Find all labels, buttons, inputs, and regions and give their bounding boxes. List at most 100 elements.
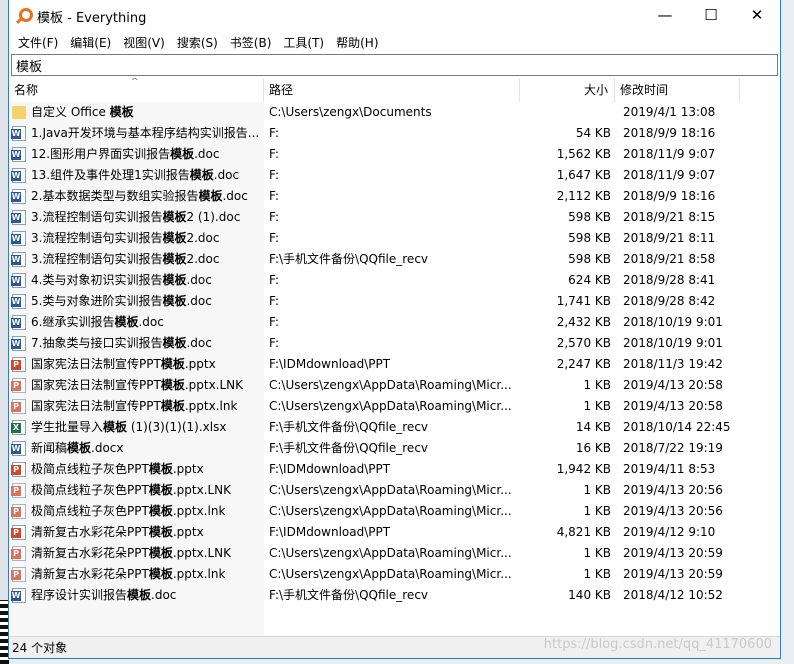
- ppt-file-icon: P: [11, 483, 26, 498]
- table-row[interactable]: W 13.组件及事件处理1实训报告模板.doc F: 1,647 KB 2018/11/…: [9, 165, 780, 186]
- file-modified: 2019/4/13 20:59: [623, 546, 723, 560]
- file-size: 1 KB: [583, 399, 611, 413]
- object-count: 24 个对象: [12, 641, 68, 655]
- ppt-file-icon: P: [11, 525, 26, 540]
- doc-file-icon: W: [11, 189, 26, 204]
- file-path: F:: [269, 147, 280, 161]
- file-path: C:\Users\zengx\AppData\Roaming\Micr...: [269, 504, 512, 518]
- table-row[interactable]: W 7.抽象类与接口实训报告模板.doc F: 2,570 KB 2018/10/19 …: [9, 333, 780, 354]
- column-header: ^ 名称 路径 大小 修改时间: [9, 78, 780, 102]
- file-modified: 2018/9/21 8:15: [623, 210, 716, 224]
- name-cell: P 国家宪法日法制宣传PPT模板.pptx.lnk: [9, 396, 264, 417]
- ppt-file-icon: P: [11, 399, 26, 414]
- file-path: F:: [269, 294, 280, 308]
- menu-bookmarks[interactable]: 书签(B): [224, 34, 278, 51]
- file-modified: 2019/4/13 20:56: [623, 504, 723, 518]
- name-cell: P 极简点线粒子灰色PPT模板.pptx.lnk: [9, 501, 264, 522]
- file-size: 4,821 KB: [556, 525, 611, 539]
- file-size: 1 KB: [583, 504, 611, 518]
- column-name-header[interactable]: ^ 名称: [9, 78, 264, 102]
- menu-view[interactable]: 视图(V): [117, 34, 171, 51]
- file-modified: 2018/11/3 19:42: [623, 357, 723, 371]
- menu-help[interactable]: 帮助(H): [330, 34, 384, 51]
- sort-ascending-icon: ^: [131, 78, 139, 87]
- column-size-header[interactable]: 大小: [520, 78, 615, 102]
- table-row[interactable]: W 12.图形用户界面实训报告模板.doc F: 1,562 KB 2018/11/9 …: [9, 144, 780, 165]
- name-cell: W 3.流程控制语句实训报告模板2.doc: [9, 228, 264, 249]
- file-path: F:: [269, 126, 280, 140]
- name-cell: W 6.继承实训报告模板.doc: [9, 312, 264, 333]
- table-row[interactable]: W 1.Java开发环境与基本程序结构实训报告... F: 54 KB 2018/9/9…: [9, 123, 780, 144]
- table-row[interactable]: X 学生批量导入模板 (1)(3)(1)(1).xlsx F:\手机文件备份\QQf…: [9, 417, 780, 438]
- file-size: 1,741 KB: [556, 294, 611, 308]
- doc-file-icon: W: [11, 252, 26, 267]
- doc-file-icon: W: [11, 315, 26, 330]
- file-path: F:\手机文件备份\QQfile_recv: [269, 441, 429, 455]
- file-name: 极简点线粒子灰色PPT模板.pptx: [31, 462, 204, 476]
- file-modified: 2018/10/14 22:45: [623, 420, 731, 434]
- menu-edit[interactable]: 编辑(E): [64, 34, 117, 51]
- menu-file[interactable]: 文件(F): [12, 34, 64, 51]
- file-name: 12.图形用户界面实训报告模板.doc: [31, 147, 220, 161]
- file-path: F:\手机文件备份\QQfile_recv: [269, 420, 429, 434]
- maximize-button[interactable]: ☐: [688, 0, 734, 30]
- table-row[interactable]: W 3.流程控制语句实训报告模板2.doc F:\手机文件备份\QQfile_rec…: [9, 249, 780, 270]
- table-row[interactable]: W 3.流程控制语句实训报告模板2 (1).doc F: 598 KB 2018/9/2…: [9, 207, 780, 228]
- table-row[interactable]: P 清新复古水彩花朵PPT模板.pptx.lnk C:\Users\zengx\Ap…: [9, 564, 780, 585]
- file-path: F:: [269, 336, 280, 350]
- doc-file-icon: W: [11, 441, 26, 456]
- file-modified: 2018/9/28 8:41: [623, 273, 716, 287]
- everything-window: 模板 - Everything — ☐ ✕ 文件(F) 编辑(E) 视图(V) …: [8, 0, 781, 659]
- search-input[interactable]: [11, 54, 778, 76]
- name-cell: W 13.组件及事件处理1实训报告模板.doc: [9, 165, 264, 186]
- file-size: 1 KB: [583, 546, 611, 560]
- status-bar: 24 个对象 https://blog.csdn.net/qq_41170600: [9, 636, 780, 658]
- table-row[interactable]: W 3.流程控制语句实训报告模板2.doc F: 598 KB 2018/9/21 8:…: [9, 228, 780, 249]
- column-path-header[interactable]: 路径: [264, 78, 520, 102]
- file-path: F:: [269, 210, 280, 224]
- file-path: F:: [269, 315, 280, 329]
- doc-file-icon: W: [11, 231, 26, 246]
- file-size: 54 KB: [575, 126, 611, 140]
- doc-file-icon: W: [11, 126, 26, 141]
- ppt-file-icon: P: [11, 546, 26, 561]
- doc-file-icon: W: [11, 588, 26, 603]
- table-row[interactable]: P 清新复古水彩花朵PPT模板.pptx F:\IDMdownload\PPT 4,8…: [9, 522, 780, 543]
- file-size: 1,942 KB: [556, 462, 611, 476]
- file-size: 1,562 KB: [556, 147, 611, 161]
- file-modified: 2019/4/11 8:53: [623, 462, 716, 476]
- file-name: 4.类与对象初识实训报告模板.doc: [31, 273, 212, 287]
- table-row[interactable]: W 程序设计实训报告模板.doc F:\手机文件备份\QQfile_recv 140 …: [9, 585, 780, 606]
- close-button[interactable]: ✕: [734, 0, 780, 30]
- column-modified-header[interactable]: 修改时间: [615, 78, 740, 102]
- table-row[interactable]: W 4.类与对象初识实训报告模板.doc F: 624 KB 2018/9/28 8:4…: [9, 270, 780, 291]
- table-row[interactable]: P 国家宪法日法制宣传PPT模板.pptx.lnk C:\Users\zengx\A…: [9, 396, 780, 417]
- table-row[interactable]: W 6.继承实训报告模板.doc F: 2,432 KB 2018/10/19 9:01: [9, 312, 780, 333]
- watermark: https://blog.csdn.net/qq_41170600: [543, 637, 772, 652]
- file-size: 2,112 KB: [556, 189, 611, 203]
- menu-tools[interactable]: 工具(T): [277, 34, 330, 51]
- table-row[interactable]: P 极简点线粒子灰色PPT模板.pptx.LNK C:\Users\zengx\Ap…: [9, 480, 780, 501]
- file-path: F:\手机文件备份\QQfile_recv: [269, 588, 429, 602]
- table-row[interactable]: W 5.类与对象进阶实训报告模板.doc F: 1,741 KB 2018/9/28 8…: [9, 291, 780, 312]
- file-modified: 2018/9/9 18:16: [623, 126, 716, 140]
- table-row[interactable]: P 极简点线粒子灰色PPT模板.pptx.lnk C:\Users\zengx\Ap…: [9, 501, 780, 522]
- file-modified: 2019/4/13 20:56: [623, 483, 723, 497]
- table-row[interactable]: W 新闻稿模板.docx F:\手机文件备份\QQfile_recv 16 KB 201…: [9, 438, 780, 459]
- name-cell: W 新闻稿模板.docx: [9, 438, 264, 459]
- table-row[interactable]: 自定义 Office 模板 C:\Users\zengx\Documents 201…: [9, 102, 780, 123]
- name-cell: W 2.基本数据类型与数组实验报告模板.doc: [9, 186, 264, 207]
- menu-search[interactable]: 搜索(S): [171, 34, 224, 51]
- file-path: F:: [269, 168, 280, 182]
- table-row[interactable]: P 国家宪法日法制宣传PPT模板.pptx.LNK C:\Users\zengx\A…: [9, 375, 780, 396]
- minimize-button[interactable]: —: [642, 0, 688, 30]
- file-name: 2.基本数据类型与数组实验报告模板.doc: [31, 189, 248, 203]
- table-row[interactable]: P 极简点线粒子灰色PPT模板.pptx F:\IDMdownload\PPT 1,9…: [9, 459, 780, 480]
- name-cell: P 国家宪法日法制宣传PPT模板.pptx.LNK: [9, 375, 264, 396]
- table-row[interactable]: P 国家宪法日法制宣传PPT模板.pptx F:\IDMdownload\PPT 2,…: [9, 354, 780, 375]
- file-path: C:\Users\zengx\Documents: [269, 105, 432, 119]
- file-size: 140 KB: [568, 588, 611, 602]
- file-modified: 2019/4/12 9:10: [623, 525, 716, 539]
- table-row[interactable]: P 清新复古水彩花朵PPT模板.pptx.LNK C:\Users\zengx\Ap…: [9, 543, 780, 564]
- table-row[interactable]: W 2.基本数据类型与数组实验报告模板.doc F: 2,112 KB 2018/9/9…: [9, 186, 780, 207]
